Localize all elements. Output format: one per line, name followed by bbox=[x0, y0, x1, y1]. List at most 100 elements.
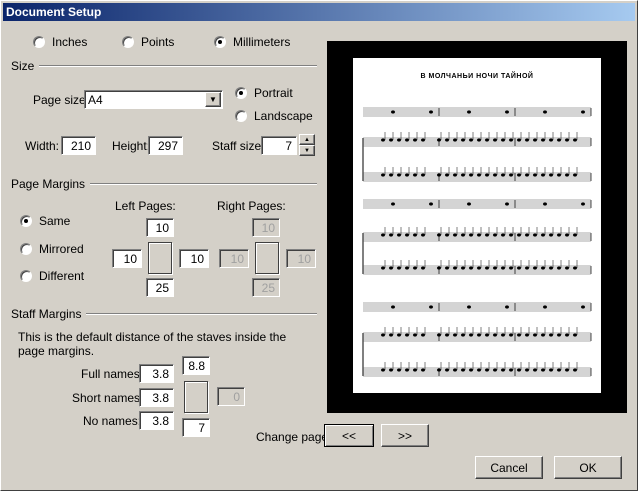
height-input[interactable]: 297 bbox=[148, 136, 183, 155]
note-head bbox=[389, 233, 393, 237]
note-head bbox=[543, 305, 547, 309]
note-head bbox=[557, 266, 561, 270]
note-head bbox=[517, 333, 521, 337]
left-left-margin-input[interactable]: 10 bbox=[112, 249, 142, 268]
note-head bbox=[405, 138, 409, 142]
note-head bbox=[581, 202, 585, 206]
note-head bbox=[405, 266, 409, 270]
width-input[interactable]: 210 bbox=[61, 136, 96, 155]
cancel-button[interactable]: Cancel bbox=[475, 456, 543, 479]
note-head bbox=[565, 266, 569, 270]
staff-margins-description: This is the default distance of the stav… bbox=[18, 330, 287, 358]
left-top-margin-input[interactable]: 10 bbox=[146, 218, 174, 237]
note-head bbox=[565, 138, 569, 142]
radio-circle bbox=[214, 36, 226, 48]
radio-label: Points bbox=[141, 35, 175, 49]
note-head bbox=[573, 233, 577, 237]
height-label: Height: bbox=[112, 139, 151, 153]
note-head bbox=[573, 266, 577, 270]
note-head bbox=[533, 333, 537, 337]
note-head bbox=[541, 173, 545, 177]
size-group-header: Size bbox=[11, 59, 317, 73]
note-head bbox=[517, 368, 521, 372]
note-head bbox=[453, 233, 457, 237]
note-head bbox=[461, 368, 465, 372]
note-head bbox=[565, 333, 569, 337]
note-head bbox=[429, 305, 433, 309]
left-right-margin-input[interactable]: 10 bbox=[179, 249, 209, 268]
radio-different[interactable]: Different bbox=[20, 269, 84, 283]
page-size-label: Page size: bbox=[33, 93, 90, 107]
radio-portrait[interactable]: Portrait bbox=[235, 86, 293, 100]
next-page-button[interactable]: >> bbox=[381, 424, 429, 447]
page-size-select[interactable]: A4 ▼ bbox=[84, 90, 223, 109]
no-names-input[interactable]: 3.8 bbox=[139, 411, 174, 430]
note-head bbox=[501, 233, 505, 237]
divider bbox=[39, 65, 317, 67]
radio-mirrored[interactable]: Mirrored bbox=[20, 242, 84, 256]
note-head bbox=[485, 138, 489, 142]
note-head bbox=[509, 266, 513, 270]
short-names-input[interactable]: 3.8 bbox=[139, 388, 174, 407]
note-head bbox=[397, 266, 401, 270]
note-head bbox=[485, 173, 489, 177]
staff-top-margin-input[interactable]: 8.8 bbox=[182, 356, 210, 375]
note-head bbox=[525, 233, 529, 237]
note-head bbox=[405, 233, 409, 237]
left-bottom-margin-input[interactable]: 25 bbox=[146, 278, 174, 297]
note-head bbox=[421, 173, 425, 177]
radio-same[interactable]: Same bbox=[20, 214, 70, 228]
note-head bbox=[565, 233, 569, 237]
note-head bbox=[389, 266, 393, 270]
note-head bbox=[533, 233, 537, 237]
divider bbox=[90, 183, 317, 185]
note-head bbox=[381, 368, 385, 372]
staff-size-input[interactable]: 7 bbox=[261, 136, 297, 155]
radio-inches[interactable]: Inches bbox=[33, 35, 87, 49]
radio-millimeters[interactable]: Millimeters bbox=[214, 35, 290, 49]
ok-button[interactable]: OK bbox=[554, 456, 622, 479]
note-head bbox=[453, 333, 457, 337]
right-top-margin-input: 10 bbox=[252, 218, 280, 237]
note-head bbox=[501, 368, 505, 372]
note-head bbox=[565, 173, 569, 177]
radio-landscape[interactable]: Landscape bbox=[235, 109, 313, 123]
note-head bbox=[543, 110, 547, 114]
staff-bottom-margin-input[interactable]: 7 bbox=[182, 418, 210, 437]
note-head bbox=[493, 333, 497, 337]
note-head bbox=[467, 202, 471, 206]
note-head bbox=[557, 233, 561, 237]
note-head bbox=[533, 368, 537, 372]
note-head bbox=[413, 333, 417, 337]
note-head bbox=[581, 305, 585, 309]
note-head bbox=[381, 333, 385, 337]
note-head bbox=[493, 138, 497, 142]
note-head bbox=[493, 233, 497, 237]
radio-label: Portrait bbox=[254, 86, 293, 100]
note-head bbox=[485, 368, 489, 372]
previous-page-button[interactable]: << bbox=[324, 424, 374, 447]
score-page: В МОЛЧАНЬИ НОЧИ ТАЙНОЙ bbox=[353, 58, 601, 393]
note-head bbox=[381, 266, 385, 270]
spin-up-icon[interactable]: ▲ bbox=[299, 134, 315, 145]
radio-circle bbox=[20, 215, 32, 227]
left-pages-label: Left Pages: bbox=[115, 199, 176, 213]
note-head bbox=[509, 138, 513, 142]
chevron-down-icon[interactable]: ▼ bbox=[205, 92, 221, 107]
note-head bbox=[437, 173, 441, 177]
note-head bbox=[581, 110, 585, 114]
note-head bbox=[397, 233, 401, 237]
radio-points[interactable]: Points bbox=[122, 35, 174, 49]
page-margins-group-header: Page Margins bbox=[11, 177, 317, 191]
note-head bbox=[501, 333, 505, 337]
right-page-preview-box bbox=[255, 242, 279, 274]
full-names-input[interactable]: 3.8 bbox=[139, 364, 174, 383]
note-head bbox=[477, 138, 481, 142]
radio-circle bbox=[235, 110, 247, 122]
note-head bbox=[493, 266, 497, 270]
spin-down-icon[interactable]: ▼ bbox=[299, 145, 315, 156]
note-head bbox=[557, 138, 561, 142]
note-head bbox=[477, 233, 481, 237]
radio-circle bbox=[20, 270, 32, 282]
note-head bbox=[517, 173, 521, 177]
